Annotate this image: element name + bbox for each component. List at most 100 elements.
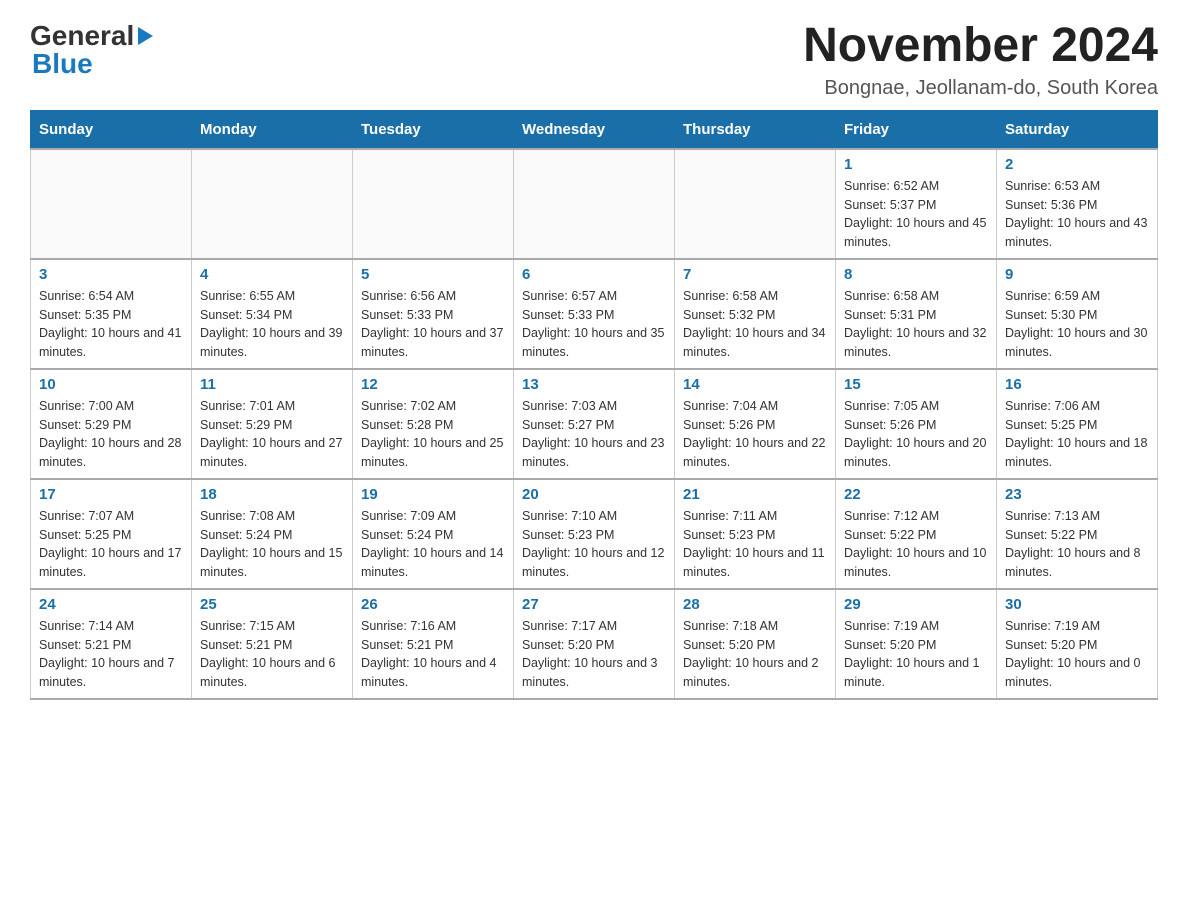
calendar-header-saturday: Saturday — [997, 110, 1158, 149]
day-number: 20 — [522, 486, 666, 503]
calendar-cell — [353, 149, 514, 259]
calendar-cell: 2Sunrise: 6:53 AMSunset: 5:36 PMDaylight… — [997, 149, 1158, 259]
calendar-cell: 14 Sunrise: 7:04 AMSunset: 5:26 PMDayligh… — [675, 369, 836, 479]
calendar-cell: 19 Sunrise: 7:09 AMSunset: 5:24 PMDayligh… — [353, 479, 514, 589]
calendar-cell: 9 Sunrise: 6:59 AMSunset: 5:30 PMDaylight… — [997, 259, 1158, 369]
logo-arrow-icon — [138, 27, 153, 45]
day-info: Sunrise: 7:19 AMSunset: 5:20 PMDaylight:… — [844, 617, 988, 692]
calendar-cell — [514, 149, 675, 259]
day-info: Sunrise: 7:00 AMSunset: 5:29 PMDaylight:… — [39, 397, 183, 472]
day-number: 11 — [200, 376, 344, 393]
day-info: Sunrise: 7:11 AMSunset: 5:23 PMDaylight:… — [683, 507, 827, 582]
day-number: 8 — [844, 266, 988, 283]
day-number: 14 — [683, 376, 827, 393]
day-info: Sunrise: 7:06 AMSunset: 5:25 PMDaylight:… — [1005, 397, 1149, 472]
day-number: 2 — [1005, 156, 1149, 173]
calendar-cell: 1 Sunrise: 6:52 AMSunset: 5:37 PMDaylight… — [836, 149, 997, 259]
calendar-cell: 3 Sunrise: 6:54 AMSunset: 5:35 PMDaylight… — [31, 259, 192, 369]
day-info: Sunrise: 7:09 AMSunset: 5:24 PMDaylight:… — [361, 507, 505, 582]
day-info: Sunrise: 6:57 AMSunset: 5:33 PMDaylight:… — [522, 287, 666, 362]
month-title: November 2024 — [803, 20, 1158, 73]
calendar-week-row: 1 Sunrise: 6:52 AMSunset: 5:37 PMDaylight… — [31, 149, 1158, 259]
day-info: Sunrise: 6:58 AMSunset: 5:31 PMDaylight:… — [844, 287, 988, 362]
day-info: Sunrise: 7:17 AMSunset: 5:20 PMDaylight:… — [522, 617, 666, 692]
day-info: Sunrise: 6:58 AMSunset: 5:32 PMDaylight:… — [683, 287, 827, 362]
day-info: Sunrise: 7:04 AMSunset: 5:26 PMDaylight:… — [683, 397, 827, 472]
day-number: 19 — [361, 486, 505, 503]
calendar-header-monday: Monday — [192, 110, 353, 149]
day-info: Sunrise: 6:59 AMSunset: 5:30 PMDaylight:… — [1005, 287, 1149, 362]
day-number: 6 — [522, 266, 666, 283]
day-number: 9 — [1005, 266, 1149, 283]
day-info: Sunrise: 7:14 AMSunset: 5:21 PMDaylight:… — [39, 617, 183, 692]
calendar-cell: 13 Sunrise: 7:03 AMSunset: 5:27 PMDayligh… — [514, 369, 675, 479]
calendar-week-row: 3 Sunrise: 6:54 AMSunset: 5:35 PMDaylight… — [31, 259, 1158, 369]
calendar-table: SundayMondayTuesdayWednesdayThursdayFrid… — [30, 110, 1158, 700]
calendar-cell: 28 Sunrise: 7:18 AMSunset: 5:20 PMDayligh… — [675, 589, 836, 699]
day-number: 3 — [39, 266, 183, 283]
day-info: Sunrise: 6:56 AMSunset: 5:33 PMDaylight:… — [361, 287, 505, 362]
day-info: Sunrise: 7:01 AMSunset: 5:29 PMDaylight:… — [200, 397, 344, 472]
day-number: 15 — [844, 376, 988, 393]
calendar-cell: 7 Sunrise: 6:58 AMSunset: 5:32 PMDaylight… — [675, 259, 836, 369]
calendar-header-thursday: Thursday — [675, 110, 836, 149]
calendar-cell: 10 Sunrise: 7:00 AMSunset: 5:29 PMDayligh… — [31, 369, 192, 479]
calendar-header-friday: Friday — [836, 110, 997, 149]
day-info: Sunrise: 7:07 AMSunset: 5:25 PMDaylight:… — [39, 507, 183, 582]
day-info: Sunrise: 7:18 AMSunset: 5:20 PMDaylight:… — [683, 617, 827, 692]
day-number: 29 — [844, 596, 988, 613]
calendar-cell: 21 Sunrise: 7:11 AMSunset: 5:23 PMDayligh… — [675, 479, 836, 589]
day-info: Sunrise: 7:12 AMSunset: 5:22 PMDaylight:… — [844, 507, 988, 582]
calendar-cell: 17 Sunrise: 7:07 AMSunset: 5:25 PMDayligh… — [31, 479, 192, 589]
day-info: Sunrise: 7:02 AMSunset: 5:28 PMDaylight:… — [361, 397, 505, 472]
calendar-header-row: SundayMondayTuesdayWednesdayThursdayFrid… — [31, 110, 1158, 149]
calendar-cell: 30Sunrise: 7:19 AMSunset: 5:20 PMDayligh… — [997, 589, 1158, 699]
day-info: Sunrise: 7:10 AMSunset: 5:23 PMDaylight:… — [522, 507, 666, 582]
location-title: Bongnae, Jeollanam-do, South Korea — [803, 77, 1158, 100]
day-number: 30 — [1005, 596, 1149, 613]
day-number: 4 — [200, 266, 344, 283]
day-info: Sunrise: 6:52 AMSunset: 5:37 PMDaylight:… — [844, 177, 988, 252]
calendar-cell: 29 Sunrise: 7:19 AMSunset: 5:20 PMDayligh… — [836, 589, 997, 699]
day-number: 24 — [39, 596, 183, 613]
day-info: Sunrise: 6:55 AMSunset: 5:34 PMDaylight:… — [200, 287, 344, 362]
day-info: Sunrise: 7:03 AMSunset: 5:27 PMDaylight:… — [522, 397, 666, 472]
calendar-week-row: 24 Sunrise: 7:14 AMSunset: 5:21 PMDayligh… — [31, 589, 1158, 699]
day-number: 13 — [522, 376, 666, 393]
day-number: 5 — [361, 266, 505, 283]
day-number: 27 — [522, 596, 666, 613]
day-number: 7 — [683, 266, 827, 283]
day-number: 17 — [39, 486, 183, 503]
calendar-cell: 6 Sunrise: 6:57 AMSunset: 5:33 PMDaylight… — [514, 259, 675, 369]
calendar-cell: 18 Sunrise: 7:08 AMSunset: 5:24 PMDayligh… — [192, 479, 353, 589]
calendar-week-row: 10 Sunrise: 7:00 AMSunset: 5:29 PMDayligh… — [31, 369, 1158, 479]
day-info: Sunrise: 7:15 AMSunset: 5:21 PMDaylight:… — [200, 617, 344, 692]
calendar-cell: 25 Sunrise: 7:15 AMSunset: 5:21 PMDayligh… — [192, 589, 353, 699]
calendar-cell: 12 Sunrise: 7:02 AMSunset: 5:28 PMDayligh… — [353, 369, 514, 479]
title-section: November 2024 Bongnae, Jeollanam-do, Sou… — [803, 20, 1158, 100]
calendar-cell: 15Sunrise: 7:05 AMSunset: 5:26 PMDayligh… — [836, 369, 997, 479]
calendar-cell: 22 Sunrise: 7:12 AMSunset: 5:22 PMDayligh… — [836, 479, 997, 589]
day-info: Sunrise: 7:16 AMSunset: 5:21 PMDaylight:… — [361, 617, 505, 692]
day-number: 12 — [361, 376, 505, 393]
day-number: 1 — [844, 156, 988, 173]
day-number: 22 — [844, 486, 988, 503]
day-number: 16 — [1005, 376, 1149, 393]
logo: General Blue — [30, 20, 153, 80]
calendar-cell: 11 Sunrise: 7:01 AMSunset: 5:29 PMDayligh… — [192, 369, 353, 479]
calendar-cell: 5 Sunrise: 6:56 AMSunset: 5:33 PMDaylight… — [353, 259, 514, 369]
day-number: 23 — [1005, 486, 1149, 503]
day-number: 28 — [683, 596, 827, 613]
day-info: Sunrise: 7:08 AMSunset: 5:24 PMDaylight:… — [200, 507, 344, 582]
day-number: 10 — [39, 376, 183, 393]
day-info: Sunrise: 6:54 AMSunset: 5:35 PMDaylight:… — [39, 287, 183, 362]
day-number: 18 — [200, 486, 344, 503]
day-number: 26 — [361, 596, 505, 613]
calendar-cell: 8 Sunrise: 6:58 AMSunset: 5:31 PMDaylight… — [836, 259, 997, 369]
calendar-header-tuesday: Tuesday — [353, 110, 514, 149]
day-number: 25 — [200, 596, 344, 613]
calendar-cell: 27 Sunrise: 7:17 AMSunset: 5:20 PMDayligh… — [514, 589, 675, 699]
logo-blue: Blue — [32, 48, 93, 80]
day-number: 21 — [683, 486, 827, 503]
calendar-cell: 16 Sunrise: 7:06 AMSunset: 5:25 PMDayligh… — [997, 369, 1158, 479]
